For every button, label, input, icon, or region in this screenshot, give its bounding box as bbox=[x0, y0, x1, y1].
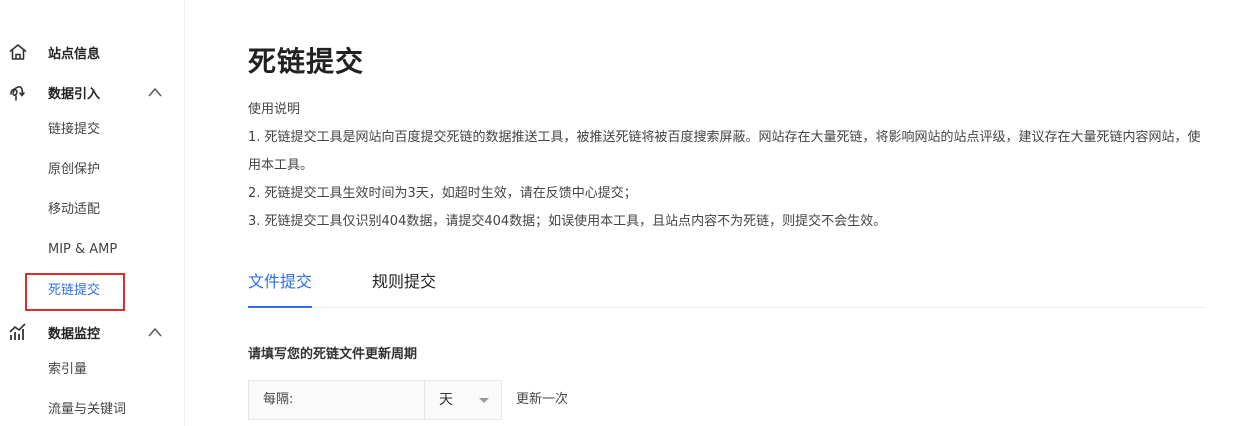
sidebar-group-label: 数据引入 bbox=[48, 86, 101, 102]
instruction-line: 1. 死链提交工具是网站向百度提交死链的数据推送工具，被推送死链将被百度搜索屏蔽… bbox=[248, 130, 1201, 173]
update-period-control: 每隔: 天 bbox=[248, 380, 502, 420]
sidebar-item-dead-link-submit[interactable]: 死链提交 bbox=[48, 271, 100, 311]
usage-instructions: 使用说明 1. 死链提交工具是网站向百度提交死链的数据推送工具，被推送死链将被百… bbox=[248, 96, 1208, 236]
period-unit-select[interactable]: 天 bbox=[425, 381, 503, 419]
sidebar-item-mip-amp[interactable]: MIP & AMP bbox=[48, 230, 117, 270]
update-period-label: 请填写您的死链文件更新周期 bbox=[248, 347, 418, 362]
instruction-line: 3. 死链提交工具仅识别404数据，请提交404数据；如误使用本工具，且站点内容… bbox=[248, 214, 887, 229]
tab-rule-submit[interactable]: 规则提交 bbox=[372, 266, 436, 308]
instructions-heading: 使用说明 bbox=[248, 102, 301, 117]
caret-down-icon bbox=[479, 398, 489, 403]
period-suffix-text: 更新一次 bbox=[516, 392, 569, 407]
sidebar-item-traffic-keywords[interactable]: 流量与关键词 bbox=[48, 390, 126, 426]
data-import-icon bbox=[10, 86, 25, 101]
tab-file-submit[interactable]: 文件提交 bbox=[248, 266, 313, 308]
sidebar-group-label: 数据监控 bbox=[48, 326, 101, 342]
sidebar-item-mobile-adapt[interactable]: 移动适配 bbox=[48, 190, 100, 230]
main-content: 死链提交 使用说明 1. 死链提交工具是网站向百度提交死链的数据推送工具，被推送… bbox=[186, 0, 1253, 426]
page-title: 死链提交 bbox=[248, 45, 365, 78]
sidebar-group-site-info[interactable]: 站点信息 bbox=[0, 32, 185, 72]
submit-tabs: 文件提交 规则提交 bbox=[248, 266, 1206, 308]
home-icon bbox=[9, 44, 27, 60]
sidebar-item-original-protect[interactable]: 原创保护 bbox=[48, 150, 100, 190]
chevron-up-icon[interactable] bbox=[147, 326, 163, 338]
sidebar-item-link-submit[interactable]: 链接提交 bbox=[48, 110, 100, 150]
chevron-up-icon[interactable] bbox=[147, 86, 163, 98]
sidebar: 站点信息 数据引入 链接提交 原创保护 移动适配 MIP & AMP 死链提交 … bbox=[0, 0, 185, 426]
chart-icon bbox=[9, 323, 26, 340]
sidebar-group-label: 站点信息 bbox=[48, 46, 101, 62]
sidebar-item-index-volume[interactable]: 索引量 bbox=[48, 350, 87, 390]
period-interval-input[interactable]: 每隔: bbox=[249, 381, 424, 419]
period-unit-value: 天 bbox=[439, 392, 453, 408]
sidebar-group-data-monitor[interactable]: 数据监控 bbox=[0, 312, 185, 352]
sidebar-group-data-import[interactable]: 数据引入 bbox=[0, 72, 185, 112]
instruction-line: 2. 死链提交工具生效时间为3天，如超时生效，请在反馈中心提交； bbox=[248, 186, 637, 201]
